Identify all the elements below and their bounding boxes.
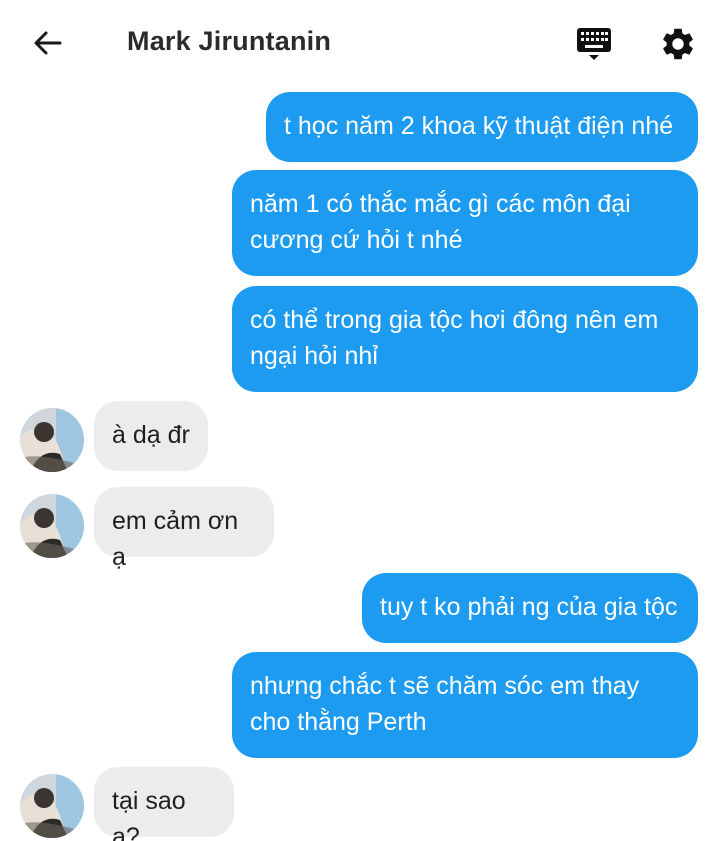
- message-line: ngại hỏi nhỉ: [250, 342, 378, 370]
- chat-header: Mark Jiruntanin: [0, 0, 720, 88]
- arrow-left-icon: [34, 31, 62, 55]
- message-line: em cảm ơn ạ: [112, 507, 239, 571]
- message-line: cương cứ hỏi t nhé: [250, 226, 463, 254]
- incoming-message[interactable]: em cảm ơn ạ: [94, 487, 274, 571]
- message-line: năm 1 có thắc mắc gì các môn đại: [250, 190, 631, 218]
- outgoing-message[interactable]: t học năm 2 khoa kỹ thuật điện nhé: [266, 92, 698, 162]
- message-line: nhưng chắc t sẽ chăm sóc em thay: [250, 672, 640, 700]
- back-button[interactable]: [22, 20, 74, 66]
- keyboard-button[interactable]: [570, 20, 618, 68]
- gear-icon: [663, 28, 693, 60]
- message-line: cho thằng Perth: [250, 708, 427, 736]
- settings-button[interactable]: [654, 20, 702, 68]
- outgoing-message[interactable]: có thể trong gia tộc hơi đông nên em ngạ…: [232, 286, 698, 392]
- avatar[interactable]: [20, 494, 84, 558]
- message-line: tuy t ko phải ng của gia tộc: [380, 593, 678, 621]
- avatar-photo-icon: [20, 408, 84, 472]
- outgoing-message[interactable]: tuy t ko phải ng của gia tộc: [362, 573, 698, 643]
- avatar-photo-icon: [20, 494, 84, 558]
- avatar[interactable]: [20, 408, 84, 472]
- avatar-photo-icon: [20, 774, 84, 838]
- keyboard-icon: [577, 28, 611, 60]
- message-line: à dạ đr: [112, 421, 190, 449]
- message-line: tại sao ạ?: [112, 787, 186, 841]
- outgoing-message[interactable]: năm 1 có thắc mắc gì các môn đại cương c…: [232, 170, 698, 276]
- outgoing-message[interactable]: nhưng chắc t sẽ chăm sóc em thay cho thằ…: [232, 652, 698, 758]
- avatar[interactable]: [20, 774, 84, 838]
- message-line: có thể trong gia tộc hơi đông nên em: [250, 306, 659, 334]
- incoming-message[interactable]: à dạ đr: [94, 401, 208, 471]
- page-title: Mark Jiruntanin: [127, 26, 332, 56]
- message-line: t học năm 2 khoa kỹ thuật điện nhé: [284, 112, 674, 140]
- chat-screen: Mark Jiruntanin t học năm 2 khoa kỹ thuậ…: [0, 0, 720, 841]
- incoming-message[interactable]: tại sao ạ?: [94, 767, 234, 841]
